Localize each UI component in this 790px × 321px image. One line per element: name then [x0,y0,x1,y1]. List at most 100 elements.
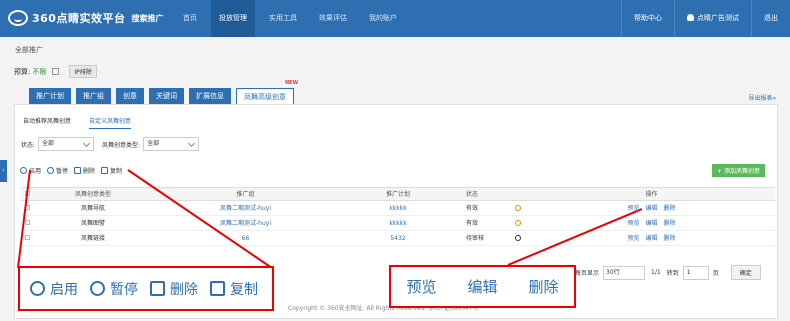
row-checkbox[interactable] [24,220,30,225]
page-info: 1/1 [651,269,661,276]
nav-home[interactable]: 首页 [175,0,205,37]
edit-link[interactable]: 编辑 [645,235,657,242]
sidebar-toggle[interactable]: › [0,160,7,182]
main-tabs: 推广计划 推广组 创意 关键词 扩展信息 凤舞高级创意 [29,88,299,105]
zoom-callout-ops: 预览 编辑 删除 [389,265,576,308]
cell-group[interactable]: 凤舞二期测试-huyi [153,216,338,230]
col-plan: 推广计划 [385,191,410,198]
new-badge: NEW [284,80,300,86]
logo-icon [8,10,28,26]
cell-plan[interactable]: kkkkk [338,201,458,215]
export-report-link[interactable]: 导出报表» [748,93,776,102]
cell-status: 有效 [466,220,479,227]
preview-link[interactable]: 预览 [627,205,639,212]
help-center-link[interactable]: 帮助中心 [621,0,674,37]
creative-table: 凤舞创意类型 推广组 推广计划 状态 操作 凤舞导航 凤舞二期测试-huyi k… [21,187,775,246]
nav-campaign-management[interactable]: 投放管理 [211,0,255,37]
pause-status-icon[interactable] [515,220,521,226]
zoom-delete-label: 删除 [170,281,198,298]
cell-ops: 预览 编辑 删除 [528,216,775,230]
col-status: 状态 [466,191,479,198]
enable-label: 启用 [29,168,42,175]
edit-link[interactable]: 编辑 [645,205,657,212]
cell-group[interactable]: 凤舞二期测试-huyi [153,201,338,215]
bulk-actions: 启用 暂停 删除 复制 [20,166,128,175]
pagination: 每页显示 30行 1/1 转到 1 页 确定 [575,265,761,280]
nav-tools[interactable]: 实用工具 [261,0,305,37]
top-right-menu: 帮助中心 点睛广告测试 退出 [621,0,790,37]
user-name: 点睛广告测试 [697,14,739,22]
cell-plan[interactable]: 5432 [338,231,458,245]
subtab-auto[interactable]: 自动推荐凤舞创意 [23,116,71,129]
copy-icon [210,281,225,296]
tab-fengwu-advanced[interactable]: 凤舞高级创意 [236,88,294,105]
preview-link[interactable]: 预览 [627,220,639,227]
zoom-delete-op: 删除 [528,278,559,296]
tab-creatives[interactable]: 创意 [116,88,144,104]
row-checkbox[interactable] [24,205,30,210]
logo[interactable]: 360点睛实效平台 搜索推广 [8,10,163,26]
confirm-page-button[interactable]: 确定 [730,265,761,280]
copy-button[interactable]: 复制 [101,166,122,175]
delete-link[interactable]: 删除 [664,235,676,242]
select-all-checkbox[interactable] [24,191,30,196]
per-page-select[interactable]: 30行 [603,265,646,280]
zoom-copy: 复制 [210,279,258,299]
table-row: 凤舞链接 66 5432 待审核 预览 编辑 删除 [21,231,775,246]
play-icon [20,167,27,174]
col-ops: 操作 [645,191,658,198]
zoom-preview: 预览 [406,278,437,296]
cell-type: 凤舞导航 [80,205,105,212]
status-select[interactable]: 全部 [38,137,95,151]
table-row: 凤舞导航 凤舞二期测试-huyi kkkkk 有效 预览 编辑 删除 [21,201,775,216]
play-status-icon[interactable] [515,235,521,241]
page-unit: 页 [712,270,719,277]
user-menu[interactable]: 点睛广告测试 [674,0,751,37]
subtabs: 自动推荐凤舞创意 自定义凤舞创意 [23,116,149,129]
nav-evaluation[interactable]: 效果评估 [311,0,355,37]
per-page-label: 每页显示 [575,270,600,277]
preview-link[interactable]: 预览 [627,235,639,242]
ip-exclude-button[interactable]: IP排除 [69,65,97,78]
logout-link[interactable]: 退出 [751,0,790,37]
cell-type: 凤舞链接 [80,235,105,242]
top-bar: 360点睛实效平台 搜索推广 首页 投放管理 实用工具 效果评估 我的账户 帮助… [0,0,790,37]
pause-button[interactable]: 暂停 [47,166,68,175]
pause-icon [90,281,105,296]
pause-status-icon[interactable] [515,205,521,211]
delete-label: 删除 [83,168,96,175]
copy-label: 复制 [110,168,123,175]
page-input[interactable]: 1 [682,265,709,280]
copy-icon [101,167,109,174]
cell-group[interactable]: 66 [153,231,338,245]
cell-plan[interactable]: kkkkk [338,216,458,230]
goto-label: 转到 [666,270,679,277]
logo-subtitle: 搜索推广 [131,13,164,23]
enable-button[interactable]: 启用 [20,166,41,175]
zoom-edit: 编辑 [467,278,498,296]
tab-ad-groups[interactable]: 推广组 [76,88,111,104]
budget-value: 不限 [32,67,47,76]
trash-icon [150,281,165,296]
delete-link[interactable]: 删除 [664,205,676,212]
tab-campaigns[interactable]: 推广计划 [29,88,71,104]
tab-extensions[interactable]: 扩展信息 [189,88,231,104]
trash-icon [74,167,82,174]
delete-button[interactable]: 删除 [74,166,95,175]
nav-account[interactable]: 我的账户 [361,0,405,37]
subtab-custom[interactable]: 自定义凤舞创意 [89,116,132,129]
breadcrumb[interactable]: 全部推广 [15,45,43,55]
add-creative-button[interactable]: + 添加凤舞创意 [712,164,765,177]
tab-keywords[interactable]: 关键词 [149,88,184,104]
cell-ops: 预览 编辑 删除 [528,231,775,245]
table-header: 凤舞创意类型 推广组 推广计划 状态 操作 [21,187,775,201]
edit-link[interactable]: 编辑 [645,220,657,227]
row-checkbox[interactable] [24,235,30,240]
type-select[interactable]: 全部 [143,137,200,151]
zoom-pause-label: 暂停 [110,281,138,298]
zoom-enable: 启用 [30,279,78,299]
delete-link[interactable]: 删除 [664,220,676,227]
zoom-pause: 暂停 [90,279,138,299]
edit-icon[interactable] [52,68,60,75]
cell-ops: 预览 编辑 删除 [528,201,775,215]
